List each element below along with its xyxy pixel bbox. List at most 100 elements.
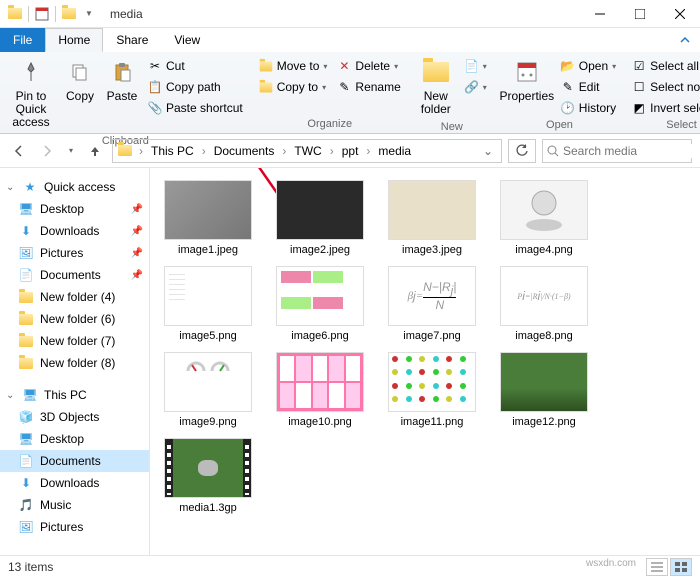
recent-locations-button[interactable]: ▾ (64, 140, 78, 162)
delete-icon: ✕ (337, 59, 351, 73)
details-view-button[interactable] (646, 558, 668, 576)
search-box[interactable] (542, 139, 692, 163)
paste-shortcut-button[interactable]: 📎Paste shortcut (144, 98, 247, 118)
paste-shortcut-icon: 📎 (148, 101, 162, 115)
sidebar-item[interactable]: 🧊3D Objects (0, 406, 149, 428)
select-all-button[interactable]: ☑Select all (628, 56, 700, 76)
file-item[interactable]: image9.png (156, 350, 260, 430)
copy-to-button[interactable]: Copy to▾ (255, 77, 332, 97)
file-item[interactable]: image2.jpeg (268, 178, 372, 258)
copy-path-button[interactable]: 📋Copy path (144, 77, 247, 97)
chevron-right-icon[interactable]: › (137, 144, 145, 158)
music-icon: 🎵 (18, 497, 34, 513)
paste-button[interactable]: Paste (102, 54, 142, 107)
tab-home[interactable]: Home (45, 28, 103, 52)
new-group-label: New (413, 120, 491, 134)
qat-dropdown-icon[interactable]: ▼ (80, 5, 98, 23)
history-button[interactable]: 🕑History (557, 98, 620, 118)
file-item[interactable]: Pi=|Ri|/N·(1−β)image8.png (492, 264, 596, 344)
select-none-button[interactable]: ☐Select none (628, 77, 700, 97)
file-item[interactable]: image3.jpeg (380, 178, 484, 258)
chevron-right-icon[interactable]: › (364, 144, 372, 158)
ribbon: Pin to Quick access Copy Paste ✂Cut 📋Cop… (0, 52, 700, 134)
chevron-right-icon[interactable]: › (200, 144, 208, 158)
file-item[interactable]: ――――――――――――――――――――――――image5.png (156, 264, 260, 344)
invert-selection-button[interactable]: ◩Invert selection (628, 98, 700, 118)
tab-share[interactable]: Share (103, 28, 161, 52)
breadcrumb-segment[interactable]: TWC (290, 144, 325, 158)
refresh-button[interactable] (508, 139, 536, 163)
tab-file[interactable]: File (0, 28, 45, 52)
maximize-button[interactable] (620, 0, 660, 28)
sidebar-item[interactable]: 📄Documents📌 (0, 264, 149, 286)
sidebar-item[interactable]: New folder (7) (0, 330, 149, 352)
file-item[interactable]: media1.3gp (156, 436, 260, 516)
sidebar-item[interactable]: 🖼Pictures (0, 516, 149, 538)
sidebar-item[interactable]: New folder (8) (0, 352, 149, 374)
select-group-label: Select (628, 118, 700, 132)
file-item[interactable]: image12.png (492, 350, 596, 430)
chevron-right-icon[interactable]: › (328, 144, 336, 158)
select-none-icon: ☐ (632, 80, 646, 94)
open-group-label: Open (499, 118, 620, 132)
pin-icon (17, 58, 45, 86)
paste-label: Paste (107, 90, 138, 103)
sidebar-item[interactable]: 🎵Music (0, 494, 149, 516)
file-item[interactable]: image11.png (380, 350, 484, 430)
minimize-button[interactable] (580, 0, 620, 28)
sidebar-item[interactable]: 📄Documents (0, 450, 149, 472)
delete-button[interactable]: ✕Delete▾ (333, 56, 404, 76)
cut-button[interactable]: ✂Cut (144, 56, 247, 76)
sidebar-item[interactable]: New folder (6) (0, 308, 149, 330)
move-to-button[interactable]: Move to▾ (255, 56, 332, 76)
up-button[interactable] (84, 140, 106, 162)
rename-button[interactable]: ✎Rename (333, 77, 404, 97)
sidebar-item[interactable]: 🖥Desktop📌 (0, 198, 149, 220)
ribbon-collapse-button[interactable] (670, 28, 700, 52)
desktop-icon: 🖥 (18, 431, 34, 447)
breadcrumb-segment[interactable]: ppt (338, 144, 363, 158)
new-folder-qat-icon[interactable] (60, 5, 78, 23)
sidebar-item[interactable]: 🖼Pictures📌 (0, 242, 149, 264)
breadcrumb-segment[interactable]: Documents (210, 144, 279, 158)
close-button[interactable] (660, 0, 700, 28)
pin-to-quick-access-button[interactable]: Pin to Quick access (4, 54, 58, 134)
sidebar-quick-access[interactable]: ⌄ ★ Quick access (0, 176, 149, 198)
navigation-pane[interactable]: ⌄ ★ Quick access 🖥Desktop📌⬇Downloads📌🖼Pi… (0, 168, 150, 555)
copy-label: Copy (66, 90, 94, 103)
breadcrumb-segment[interactable]: This PC (147, 144, 198, 158)
sidebar-this-pc[interactable]: ⌄ 🖥 This PC (0, 384, 149, 406)
new-item-button[interactable]: 📄▾ (461, 56, 491, 76)
ribbon-group-select: ☑Select all ☐Select none ◩Invert selecti… (624, 52, 700, 133)
properties-button[interactable]: Properties (499, 54, 555, 107)
file-item[interactable]: image10.png (268, 350, 372, 430)
file-thumbnail (276, 180, 364, 240)
thumbnails-view-button[interactable] (670, 558, 692, 576)
file-item[interactable]: βj=N−|Rj|Nimage7.png (380, 264, 484, 344)
chevron-right-icon[interactable]: › (280, 144, 288, 158)
file-list[interactable]: image1.jpegimage2.jpegimage3.jpegimage4.… (150, 168, 700, 555)
properties-qat-icon[interactable] (33, 5, 51, 23)
rename-icon: ✎ (337, 80, 351, 94)
file-item[interactable]: image6.png (268, 264, 372, 344)
forward-button[interactable] (36, 140, 58, 162)
breadcrumb-dropdown[interactable]: ⌄ (477, 144, 499, 158)
new-folder-button[interactable]: New folder (413, 54, 459, 120)
sidebar-item[interactable]: ⬇Downloads (0, 472, 149, 494)
easy-access-button[interactable]: 🔗▾ (461, 77, 491, 97)
edit-button[interactable]: ✎Edit (557, 77, 620, 97)
breadcrumb-segment[interactable]: media (374, 144, 415, 158)
tab-view[interactable]: View (161, 28, 213, 52)
copy-button[interactable]: Copy (60, 54, 100, 107)
search-input[interactable] (563, 144, 700, 158)
sidebar-item[interactable]: 🖥Desktop (0, 428, 149, 450)
move-to-icon (259, 59, 273, 73)
sidebar-item[interactable]: ⬇Downloads📌 (0, 220, 149, 242)
file-item[interactable]: image4.png (492, 178, 596, 258)
open-button[interactable]: 📂Open▾ (557, 56, 620, 76)
sidebar-item[interactable]: New folder (4) (0, 286, 149, 308)
back-button[interactable] (8, 140, 30, 162)
pin-label: Pin to Quick access (6, 90, 56, 130)
breadcrumb[interactable]: › This PC › Documents › TWC › ppt › medi… (112, 139, 502, 163)
file-item[interactable]: image1.jpeg (156, 178, 260, 258)
